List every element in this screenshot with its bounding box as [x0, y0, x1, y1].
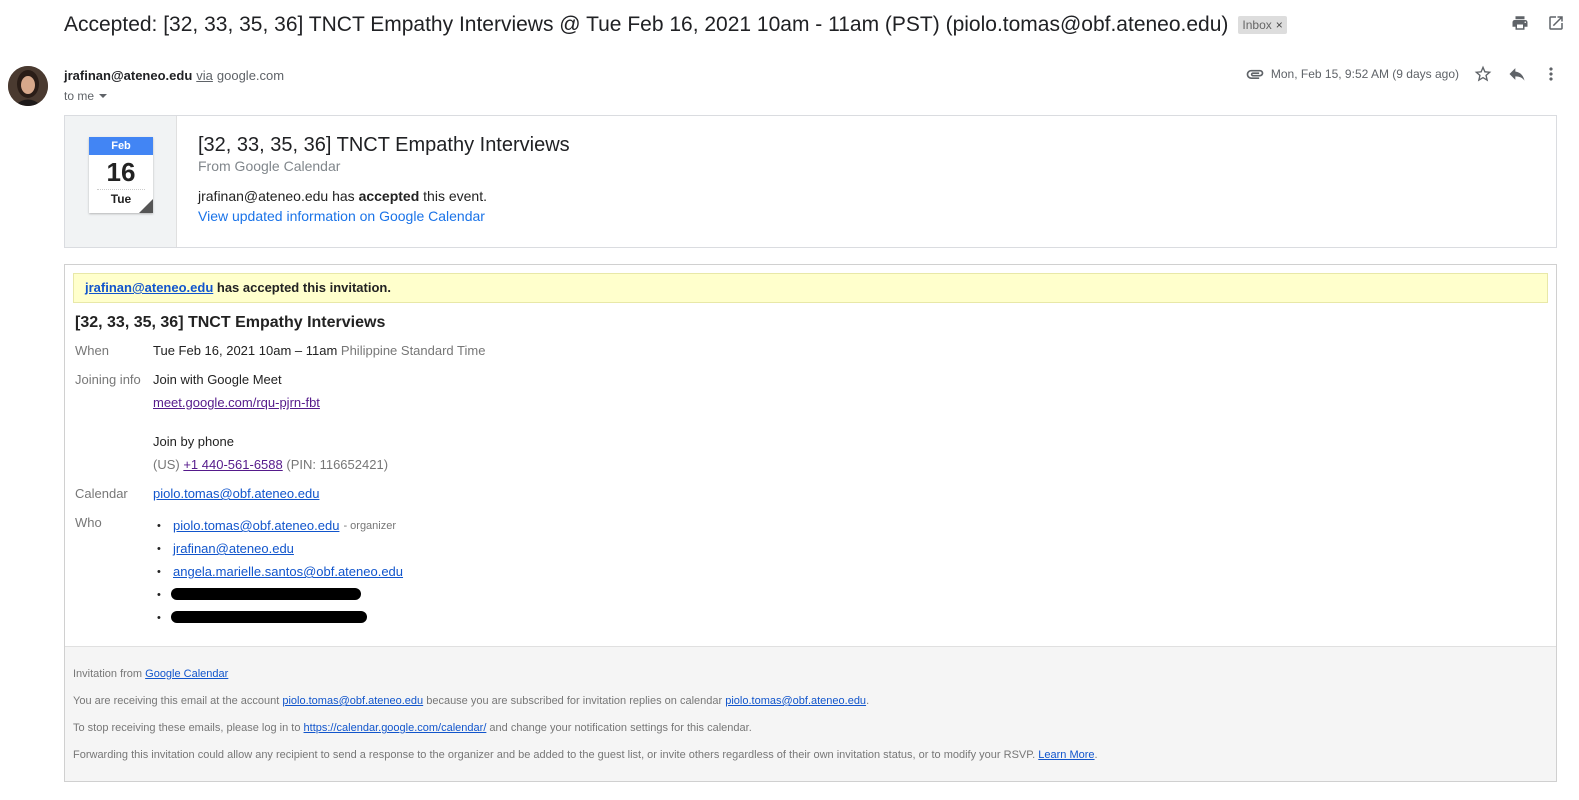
phone-country: (US) — [153, 457, 184, 472]
calendar-label: Calendar — [75, 486, 128, 501]
star-icon[interactable] — [1473, 64, 1493, 84]
banner-email-link[interactable]: jrafinan@ateneo.edu — [85, 280, 213, 295]
footer-l3-pre: To stop receiving these emails, please l… — [73, 722, 304, 734]
open-in-new-window-icon[interactable] — [1547, 14, 1565, 32]
status-post: this event. — [419, 188, 487, 204]
join-phone-text: Join by phone — [153, 434, 234, 449]
when-timezone: Philippine Standard Time — [337, 343, 486, 358]
learn-more-link[interactable]: Learn More — [1038, 749, 1094, 761]
phone-link[interactable]: +1 440-561-6588 — [183, 457, 282, 472]
via-domain: google.com — [216, 68, 285, 83]
message-date: Mon, Feb 15, 9:52 AM (9 days ago) — [1270, 67, 1459, 81]
guest-item: • jrafinan@ateneo.edu — [157, 537, 403, 560]
view-on-calendar-link[interactable]: View updated information on Google Calen… — [198, 208, 485, 224]
footer-line-1: Invitation from Google Calendar — [73, 668, 228, 680]
guest-email[interactable]: jrafinan@ateneo.edu — [173, 541, 294, 556]
calendar-day: 16 — [106, 157, 136, 187]
meet-link-row: meet.google.com/rqu-pjrn-fbt — [153, 395, 320, 410]
avatar-portrait-icon — [8, 66, 48, 106]
more-options-icon[interactable] — [1541, 64, 1561, 84]
remove-label-icon[interactable]: × — [1276, 18, 1283, 32]
joining-label: Joining info — [75, 372, 141, 387]
calendar-month: Feb — [89, 137, 153, 155]
event-title: [32, 33, 35, 36] TNCT Empathy Interviews — [75, 314, 386, 331]
google-calendar-link[interactable]: Google Calendar — [145, 668, 228, 680]
sender-line: jrafinan@ateneo.edu via google.com — [64, 68, 284, 83]
when-value: Tue Feb 16, 2021 10am – 11am — [153, 343, 338, 358]
bullet-icon: • — [157, 542, 161, 555]
guest-item: • piolo.tomas@obf.ateneo.edu - organizer — [157, 514, 403, 537]
date-group: Mon, Feb 15, 9:52 AM (9 days ago) — [1245, 64, 1459, 84]
join-phone-row: Join by phone — [153, 434, 234, 449]
top-actions — [1511, 14, 1565, 32]
accepted-banner: jrafinan@ateneo.edu has accepted this in… — [73, 273, 1548, 303]
footer-l2-mid: because you are subscribed for invitatio… — [423, 695, 726, 707]
guest-list: • piolo.tomas@obf.ateneo.edu - organizer •… — [157, 514, 403, 629]
guest-email[interactable]: piolo.tomas@obf.ateneo.edu — [173, 518, 339, 533]
joining-row: Joining info Join with Google Meet — [75, 372, 282, 387]
guest-role: - organizer — [343, 519, 397, 532]
attachment-icon — [1246, 69, 1264, 79]
message-meta: Mon, Feb 15, 9:52 AM (9 days ago) — [1245, 64, 1561, 84]
recipient-details[interactable]: to me — [64, 89, 108, 103]
when-label: When — [75, 343, 109, 358]
guest-item-redacted: • — [157, 583, 403, 606]
reply-icon[interactable] — [1507, 64, 1527, 84]
sender-email[interactable]: jrafinan@ateneo.edu — [64, 68, 192, 83]
footer-l4-post: . — [1094, 749, 1098, 761]
guest-item-redacted: • — [157, 606, 403, 629]
calendar-event-card: Feb 16 Tue [32, 33, 35, 36] TNCT Empathy… — [64, 115, 1557, 248]
card-content: [32, 33, 35, 36] TNCT Empathy Interviews… — [177, 116, 570, 247]
sender-avatar[interactable] — [8, 66, 48, 106]
to-me-label: to me — [64, 89, 95, 103]
page-fold-icon — [139, 199, 153, 213]
status-pre: jrafinan@ateneo.edu has — [198, 188, 359, 204]
join-meet-text: Join with Google Meet — [153, 372, 282, 387]
banner-text: has accepted this invitation. — [213, 280, 391, 295]
calendar-account-link[interactable]: piolo.tomas@obf.ateneo.edu — [725, 695, 866, 707]
who-row: Who — [75, 515, 153, 530]
guest-item: • angela.marielle.santos@obf.ateneo.edu — [157, 560, 403, 583]
footer-line-2: You are receiving this email at the acco… — [73, 695, 869, 707]
email-subject: Accepted: [32, 33, 35, 36] TNCT Empathy … — [64, 13, 1229, 36]
invitation-footer: Invitation from Google Calendar You are … — [65, 646, 1556, 781]
who-label: Who — [75, 515, 102, 530]
card-icon-area: Feb 16 Tue — [65, 116, 177, 247]
phone-pin: (PIN: 116652421) — [282, 457, 389, 472]
card-status: jrafinan@ateneo.edu has accepted this ev… — [198, 188, 570, 204]
bullet-icon: • — [157, 565, 161, 578]
footer-l4-pre: Forwarding this invitation could allow a… — [73, 749, 1039, 761]
status-accepted: accepted — [358, 188, 420, 204]
account-link[interactable]: piolo.tomas@obf.ateneo.edu — [282, 695, 423, 707]
card-source: From Google Calendar — [198, 158, 341, 174]
inbox-label[interactable]: Inbox × — [1238, 16, 1287, 34]
redaction-mark — [171, 611, 367, 623]
chevron-down-icon[interactable] — [98, 91, 108, 101]
footer-line-4: Forwarding this invitation could allow a… — [73, 749, 1098, 761]
footer-l2-pre: You are receiving this email at the acco… — [73, 695, 283, 707]
subject-row: Accepted: [32, 33, 35, 36] TNCT Empathy … — [64, 10, 1287, 40]
print-icon[interactable] — [1511, 14, 1529, 32]
when-value-group: Tue Feb 16, 2021 10am – 11am Philippine … — [153, 343, 485, 358]
bullet-icon: • — [157, 519, 161, 532]
calendar-row: Calendar piolo.tomas@obf.ateneo.edu — [75, 486, 319, 501]
calendar-url-link[interactable]: https://calendar.google.com/calendar/ — [304, 722, 487, 734]
via-link[interactable]: via — [196, 68, 213, 83]
when-row: When Tue Feb 16, 2021 10am – 11am Philip… — [75, 343, 485, 358]
calendar-date-icon: Feb 16 Tue — [89, 137, 153, 213]
guest-email[interactable]: angela.marielle.santos@obf.ateneo.edu — [173, 564, 403, 579]
redaction-mark — [171, 588, 361, 600]
phone-group: (US) +1 440-561-6588 (PIN: 116652421) — [153, 457, 388, 472]
footer-l1-text: Invitation from — [73, 668, 146, 680]
footer-l3-post: and change your notification settings fo… — [486, 722, 752, 734]
phone-row: (US) +1 440-561-6588 (PIN: 116652421) — [153, 457, 388, 472]
meet-link[interactable]: meet.google.com/rqu-pjrn-fbt — [153, 395, 320, 410]
footer-line-3: To stop receiving these emails, please l… — [73, 722, 752, 734]
calendar-link[interactable]: piolo.tomas@obf.ateneo.edu — [153, 486, 319, 501]
invitation-body: jrafinan@ateneo.edu has accepted this in… — [64, 264, 1557, 782]
card-event-title: [32, 33, 35, 36] TNCT Empathy Interviews — [198, 134, 570, 156]
footer-l2-post: . — [866, 695, 870, 707]
inbox-label-text: Inbox — [1242, 18, 1272, 32]
